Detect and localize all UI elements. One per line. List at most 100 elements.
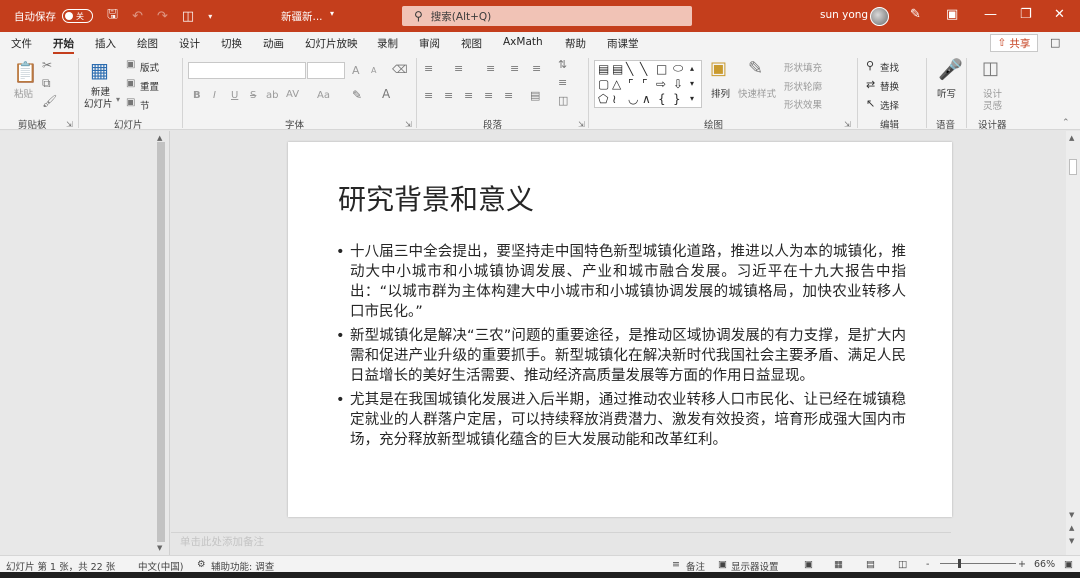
scroll-up-icon[interactable]: ▲ xyxy=(1069,134,1074,142)
wave-shape-icon[interactable]: ∧ xyxy=(642,92,651,106)
numbering-icon[interactable]: ≡ xyxy=(454,62,463,75)
next-slide-icon[interactable]: ▼ xyxy=(1069,537,1074,545)
bullets-icon[interactable]: ≡ xyxy=(424,62,433,75)
align-text-icon[interactable]: ≡ xyxy=(558,76,567,89)
tab-file[interactable]: 文件 xyxy=(11,36,32,51)
tab-record[interactable]: 录制 xyxy=(377,36,398,51)
oval-shape-icon[interactable]: ⬭ xyxy=(673,61,683,76)
dictate-label[interactable]: 听写 xyxy=(937,86,956,100)
autosave-toggle[interactable]: 关 xyxy=(62,9,93,23)
brace-right-shape-icon[interactable]: } xyxy=(673,92,681,106)
scroll-down-icon[interactable]: ▼ xyxy=(1069,511,1074,519)
tab-design[interactable]: 设计 xyxy=(179,36,200,51)
reading-view-icon[interactable]: ▤ xyxy=(866,559,875,570)
redo-icon[interactable]: ↷ xyxy=(157,9,168,24)
pentagon-shape-icon[interactable]: ⬠ xyxy=(598,92,608,106)
distribute-icon[interactable]: ≡ xyxy=(504,89,513,102)
vertical-textbox-shape-icon[interactable]: ▤ xyxy=(612,62,623,76)
tab-slideshow[interactable]: 幻灯片放映 xyxy=(305,36,358,51)
arrow-line-shape-icon[interactable]: ╲ xyxy=(640,62,647,76)
pen-icon[interactable]: ✎ xyxy=(910,7,921,22)
strikethrough-button[interactable]: S xyxy=(250,90,256,101)
triangle-shape-icon[interactable]: △ xyxy=(612,77,621,91)
layout-icon[interactable]: ▣ xyxy=(126,59,135,70)
select-label[interactable]: 选择 xyxy=(880,98,899,112)
tab-rain-classroom[interactable]: 雨课堂 xyxy=(607,36,639,51)
underline-button[interactable]: U xyxy=(231,90,238,101)
italic-button[interactable]: I xyxy=(213,90,216,101)
tab-animations[interactable]: 动画 xyxy=(263,36,284,51)
justify-icon[interactable]: ≡ xyxy=(484,89,493,102)
slide-sorter-icon[interactable]: ▦ xyxy=(834,559,843,570)
tab-help[interactable]: 帮助 xyxy=(565,36,586,51)
zoom-level[interactable]: 66% xyxy=(1034,559,1055,570)
tab-view[interactable]: 视图 xyxy=(461,36,482,51)
zoom-out-button[interactable]: - xyxy=(926,559,929,570)
thumbnail-scrollbar[interactable]: ▲ ▼ xyxy=(155,134,167,552)
grow-font-button[interactable]: A xyxy=(352,64,360,77)
section-label[interactable]: 节 xyxy=(140,98,150,112)
align-right-icon[interactable]: ≡ xyxy=(464,89,473,102)
launcher-icon[interactable]: ⇲ xyxy=(405,120,412,129)
new-slide-icon[interactable]: ▦ xyxy=(90,58,109,82)
display-settings-icon[interactable]: ▣ xyxy=(718,559,727,570)
microphone-icon[interactable]: 🎤 xyxy=(938,57,963,81)
brace-left-shape-icon[interactable]: { xyxy=(658,92,666,106)
tab-review[interactable]: 审阅 xyxy=(419,36,440,51)
reset-label[interactable]: 重置 xyxy=(140,79,159,93)
text-direction-icon[interactable]: ⇅ xyxy=(558,58,567,71)
slide-thumbnail-pane[interactable] xyxy=(0,131,170,555)
arc-shape-icon[interactable]: ◡ xyxy=(628,92,638,106)
scroll-thumb[interactable] xyxy=(1069,159,1077,175)
notes-pane[interactable]: 单击此处添加备注 xyxy=(171,532,951,550)
line-shape-icon[interactable]: ╲ xyxy=(626,62,633,76)
quick-styles-icon[interactable]: ✎ xyxy=(748,58,763,79)
notes-icon[interactable]: ≡ xyxy=(672,559,680,570)
save-icon[interactable]: 🖫 xyxy=(107,5,118,27)
line-spacing-icon[interactable]: ≡ xyxy=(532,62,541,75)
scroll-thumb[interactable] xyxy=(157,142,165,542)
display-settings-button[interactable]: 显示器设置 xyxy=(731,559,779,573)
minimize-icon[interactable]: — xyxy=(984,7,997,22)
rounded-rect-shape-icon[interactable]: ▢ xyxy=(598,77,609,91)
scroll-down-icon[interactable]: ▾ xyxy=(690,79,694,88)
paste-label[interactable]: 粘贴 xyxy=(14,86,33,100)
chevron-down-icon[interactable]: ▾ xyxy=(330,9,334,18)
scroll-up-icon[interactable]: ▲ xyxy=(157,134,162,142)
zoom-slider-handle[interactable] xyxy=(958,559,961,568)
comment-icon[interactable]: □ xyxy=(1050,36,1060,49)
language-status[interactable]: 中文(中国) xyxy=(138,559,183,573)
normal-view-icon[interactable]: ▣ xyxy=(804,559,813,570)
rectangle-shape-icon[interactable]: □ xyxy=(656,62,667,76)
scroll-down-icon[interactable]: ▼ xyxy=(157,544,162,552)
shadow-button[interactable]: ab xyxy=(266,90,278,101)
layout-label[interactable]: 版式 xyxy=(140,60,159,74)
document-filename[interactable]: 新疆新... xyxy=(281,9,323,24)
highlight-icon[interactable]: ✎ xyxy=(352,88,362,102)
launcher-icon[interactable]: ⇲ xyxy=(578,120,585,129)
undo-icon[interactable]: ↶ xyxy=(132,9,143,24)
columns-icon[interactable]: ▤ xyxy=(530,89,540,102)
reset-icon[interactable]: ▣ xyxy=(126,78,135,89)
textbox-shape-icon[interactable]: ▤ xyxy=(598,62,609,76)
bold-button[interactable]: B xyxy=(193,90,201,101)
arrange-label[interactable]: 排列 xyxy=(711,86,730,100)
avatar[interactable] xyxy=(870,7,889,26)
section-icon[interactable]: ▣ xyxy=(126,97,135,108)
chevron-down-icon[interactable]: ▾ xyxy=(116,95,120,104)
share-button[interactable]: ⇧ 共享 xyxy=(990,34,1038,52)
previous-slide-icon[interactable]: ▲ xyxy=(1069,524,1074,532)
close-icon[interactable]: ✕ xyxy=(1054,7,1065,22)
user-name[interactable]: sun yong xyxy=(820,9,868,21)
accessibility-status[interactable]: 辅助功能: 调查 xyxy=(211,559,274,573)
tab-insert[interactable]: 插入 xyxy=(95,36,116,51)
scroll-up-icon[interactable]: ▴ xyxy=(690,64,694,73)
clear-format-icon[interactable]: ⌫ xyxy=(392,63,408,76)
ribbon-display-icon[interactable]: ▣ xyxy=(946,7,958,22)
find-icon[interactable]: ⚲ xyxy=(866,59,874,72)
fit-slide-icon[interactable]: ▣ xyxy=(1064,559,1073,570)
zoom-in-button[interactable]: + xyxy=(1018,559,1026,570)
copy-icon[interactable]: ⧉ xyxy=(42,76,51,91)
replace-icon[interactable]: ⇄ xyxy=(866,78,875,91)
replace-label[interactable]: 替换 xyxy=(880,79,899,93)
